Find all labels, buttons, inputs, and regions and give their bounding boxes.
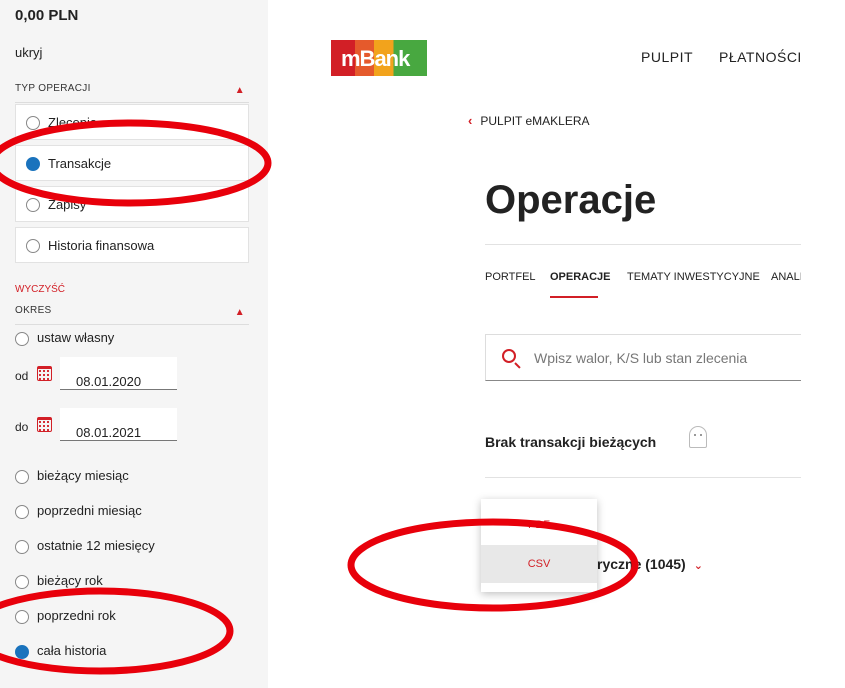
title-divider [485, 244, 801, 245]
operation-type-option[interactable]: Transakcje [15, 145, 249, 181]
radio-icon[interactable] [26, 198, 40, 212]
radio-icon[interactable] [15, 575, 29, 589]
nav-pulpit[interactable]: PULPIT [641, 49, 693, 65]
date-to-input[interactable]: 08.01.2021 [60, 408, 177, 441]
page-title: Operacje [485, 178, 657, 222]
operation-type-option[interactable]: Zlecenia [15, 104, 249, 140]
chevron-left-icon: ‹ [468, 113, 473, 128]
app-root: 0,00 PLN ukryj TYP OPERACJI ▲ Zlecenia T… [0, 0, 845, 688]
operation-type-option[interactable]: Historia finansowa [15, 227, 249, 263]
clear-filters-link[interactable]: WYCZYŚĆ [15, 284, 65, 295]
tab-analizy-clip: ANALIZY [770, 265, 801, 289]
radio-icon[interactable] [26, 116, 40, 130]
date-from-label: od [15, 369, 29, 383]
export-dropdown: PDF CSV [481, 499, 597, 592]
logo-text: mBank [341, 46, 410, 71]
option-label: Zapisy [48, 197, 87, 212]
export-pdf-label: PDF [528, 519, 550, 531]
radio-icon[interactable] [15, 332, 29, 346]
calendar-icon[interactable] [37, 417, 52, 432]
chevron-up-icon[interactable]: ▲ [235, 85, 245, 96]
section-divider [485, 477, 801, 478]
option-label: Zlecenia [48, 115, 98, 130]
tab-tematy[interactable]: TEMATY INWESTYCYJNE [627, 271, 760, 283]
tab-analizy[interactable]: ANALIZY [771, 271, 801, 283]
option-label: ostatnie 12 miesięcy [37, 538, 155, 553]
radio-icon[interactable] [15, 540, 29, 554]
back-label: PULPIT eMAKLERA [480, 114, 590, 128]
export-csv-label: CSV [527, 558, 551, 570]
operation-type-header[interactable]: TYP OPERACJI ▲ [15, 83, 249, 103]
tab-portfel[interactable]: PORTFEL [485, 271, 536, 283]
tab-operacje[interactable]: OPERACJE [550, 271, 611, 283]
history-toggle[interactable]: ryczne (1045) ⌄ [597, 556, 703, 572]
option-label: poprzedni miesiąc [37, 503, 142, 518]
option-label: bieżący miesiąc [37, 468, 129, 483]
balance-value: 0,00 PLN [15, 7, 79, 24]
option-label: Historia finansowa [48, 238, 155, 253]
radio-icon[interactable] [15, 505, 29, 519]
export-pdf-option[interactable]: PDF [481, 506, 597, 544]
active-tab-indicator [550, 296, 598, 298]
hide-link[interactable]: ukryj [15, 45, 42, 60]
chevron-up-icon[interactable]: ▲ [235, 307, 245, 318]
period-title: OKRES [15, 305, 52, 316]
date-from-row: od 08.01.2020 [15, 357, 185, 391]
search-icon [502, 349, 516, 363]
calendar-icon[interactable] [37, 366, 52, 381]
search-placeholder: Wpisz walor, K/S lub stan zlecenia [534, 350, 748, 366]
mbank-logo[interactable]: mBank [331, 40, 427, 76]
empty-transactions-label: Brak transakcji bieżących [485, 434, 657, 450]
option-label: cała historia [37, 643, 107, 658]
option-label: poprzedni rok [37, 608, 116, 623]
period-header[interactable]: OKRES ▲ [15, 305, 249, 325]
operation-type-option[interactable]: Zapisy [15, 186, 249, 222]
ghost-icon [689, 426, 707, 448]
radio-icon[interactable] [15, 610, 29, 624]
filter-sidebar: 0,00 PLN ukryj TYP OPERACJI ▲ Zlecenia T… [0, 0, 268, 688]
operation-type-title: TYP OPERACJI [15, 83, 91, 94]
option-label: Transakcje [48, 156, 112, 171]
radio-selected-icon[interactable] [26, 157, 40, 171]
option-label: bieżący rok [37, 573, 103, 588]
radio-icon[interactable] [15, 470, 29, 484]
history-label: ryczne (1045) [597, 556, 686, 572]
export-csv-option[interactable]: CSV [481, 545, 597, 583]
radio-icon[interactable] [26, 239, 40, 253]
search-input[interactable]: Wpisz walor, K/S lub stan zlecenia [485, 334, 801, 381]
option-label: ustaw własny [37, 330, 115, 345]
nav-platnosci[interactable]: PŁATNOŚCI [719, 49, 802, 65]
chevron-down-icon: ⌄ [693, 560, 703, 572]
date-to-row: do 08.01.2021 [15, 408, 185, 442]
date-to-label: do [15, 420, 29, 434]
date-from-input[interactable]: 08.01.2020 [60, 357, 177, 390]
back-link[interactable]: ‹ PULPIT eMAKLERA [468, 113, 590, 128]
radio-selected-icon[interactable] [15, 645, 29, 659]
